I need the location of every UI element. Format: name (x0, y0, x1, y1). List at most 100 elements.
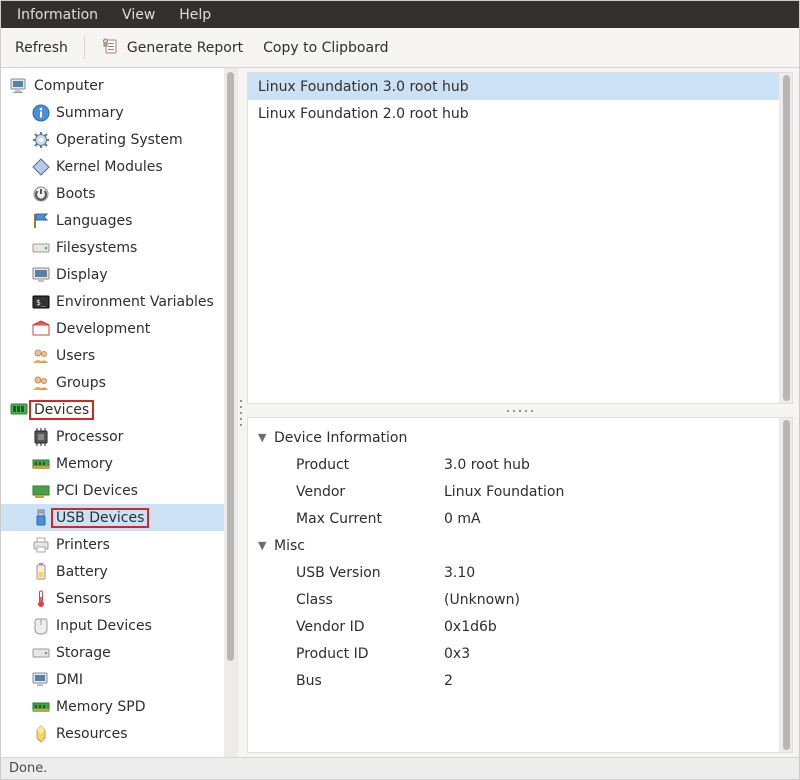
detail-section: ▼MiscUSB Version3.10Class(Unknown)Vendor… (252, 532, 775, 694)
info-icon (31, 103, 51, 123)
property-row[interactable]: Max Current0 mA (252, 505, 775, 532)
property-row[interactable]: USB Version3.10 (252, 559, 775, 586)
tree-label: Display (56, 267, 108, 283)
device-list[interactable]: Linux Foundation 3.0 root hub Linux Found… (248, 73, 779, 403)
tree-scroll[interactable]: Computer Summary Operating System Kernel M… (1, 68, 224, 757)
tree-node-summary[interactable]: Summary (1, 99, 224, 126)
tree-label: Memory (56, 456, 113, 472)
tree-label: Sensors (56, 591, 111, 607)
resources-icon (31, 724, 51, 744)
printer-icon (31, 535, 51, 555)
section-header[interactable]: ▼Misc (252, 532, 775, 559)
property-key: Bus (296, 673, 444, 689)
memory-icon (31, 697, 51, 717)
tree-label: Kernel Modules (56, 159, 163, 175)
tree-node-resources[interactable]: Resources (1, 720, 224, 747)
device-list-scrollbar[interactable] (779, 73, 792, 403)
property-row[interactable]: Product ID0x3 (252, 640, 775, 667)
tree-label: Environment Variables (56, 294, 214, 310)
toolbar-separator (84, 36, 85, 59)
section-header[interactable]: ▼Device Information (252, 424, 775, 451)
tree-node-battery[interactable]: Battery (1, 558, 224, 585)
tree-node-processor[interactable]: Processor (1, 423, 224, 450)
detail-scrollbar[interactable] (779, 418, 792, 752)
menu-view[interactable]: View (112, 4, 165, 26)
vertical-splitter[interactable] (238, 68, 243, 757)
tree-node-development[interactable]: Development (1, 315, 224, 342)
property-key: Product ID (296, 646, 444, 662)
tree-node-groups[interactable]: Groups (1, 369, 224, 396)
tree-label: Summary (56, 105, 124, 121)
tree-node-storage[interactable]: Storage (1, 639, 224, 666)
property-row[interactable]: VendorLinux Foundation (252, 478, 775, 505)
section-title: Misc (274, 538, 305, 554)
tree-node-memory[interactable]: Memory (1, 450, 224, 477)
property-key: Max Current (296, 511, 444, 527)
tree-label: Computer (34, 78, 104, 94)
property-value: 0 mA (444, 511, 481, 527)
cpu-icon (31, 427, 51, 447)
tree-node-languages[interactable]: Languages (1, 207, 224, 234)
property-row[interactable]: Vendor ID0x1d6b (252, 613, 775, 640)
property-key: USB Version (296, 565, 444, 581)
generate-report-button[interactable]: Generate Report (95, 34, 249, 62)
property-value: 2 (444, 673, 453, 689)
tree-node-dmi[interactable]: DMI (1, 666, 224, 693)
property-value: (Unknown) (444, 592, 520, 608)
power-icon (31, 184, 51, 204)
property-key: Product (296, 457, 444, 473)
property-key: Vendor (296, 484, 444, 500)
tree-node-devices[interactable]: Devices ProcessorMemoryPCI DevicesUSB De… (1, 396, 224, 747)
tree-label: Boots (56, 186, 96, 202)
tree-label: USB Devices (56, 510, 149, 526)
device-row[interactable]: Linux Foundation 3.0 root hub (248, 73, 779, 100)
refresh-button[interactable]: Refresh (9, 36, 74, 60)
tree-node-filesystems[interactable]: Filesystems (1, 234, 224, 261)
menubar: Information View Help (1, 1, 799, 28)
tree-node-usb-devices[interactable]: USB Devices (1, 504, 224, 531)
sidebar-scrollbar[interactable] (224, 68, 237, 757)
terminal-icon: $_ (31, 292, 51, 312)
property-key: Class (296, 592, 444, 608)
device-label: Linux Foundation 2.0 root hub (258, 106, 469, 122)
property-value: 3.10 (444, 565, 475, 581)
property-row[interactable]: Bus2 (252, 667, 775, 694)
dev-icon (31, 319, 51, 339)
copy-clipboard-button[interactable]: Copy to Clipboard (257, 36, 394, 60)
usb-icon (31, 508, 51, 528)
tree-label: Filesystems (56, 240, 137, 256)
tree-node-pci-devices[interactable]: PCI Devices (1, 477, 224, 504)
tree-node-sensors[interactable]: Sensors (1, 585, 224, 612)
section-title: Device Information (274, 430, 407, 446)
dmi-icon (31, 670, 51, 690)
tree-node-display[interactable]: Display (1, 261, 224, 288)
tree-label: Input Devices (56, 618, 152, 634)
tree-node-printers[interactable]: Printers (1, 531, 224, 558)
tree-node-computer[interactable]: Computer Summary Operating System Kernel M… (1, 72, 224, 396)
content-area: Computer Summary Operating System Kernel M… (1, 68, 799, 757)
detail-tree[interactable]: ▼Device InformationProduct3.0 root hubVe… (248, 418, 779, 752)
tree-node-operating-system[interactable]: Operating System (1, 126, 224, 153)
menu-information[interactable]: Information (7, 4, 108, 26)
horizontal-splitter[interactable] (247, 406, 793, 415)
property-value: 0x3 (444, 646, 470, 662)
tree-label: DMI (56, 672, 83, 688)
tree-label: Resources (56, 726, 128, 742)
devices-icon (9, 400, 29, 420)
battery-icon (31, 562, 51, 582)
nav-tree: Computer Summary Operating System Kernel M… (1, 68, 224, 751)
gear-icon (31, 130, 51, 150)
device-label: Linux Foundation 3.0 root hub (258, 79, 469, 95)
tree-node-memory-spd[interactable]: Memory SPD (1, 693, 224, 720)
tree-node-boots[interactable]: Boots (1, 180, 224, 207)
tree-node-users[interactable]: Users (1, 342, 224, 369)
menu-help[interactable]: Help (169, 4, 221, 26)
property-row[interactable]: Product3.0 root hub (252, 451, 775, 478)
tree-label: Users (56, 348, 95, 364)
tree-node-kernel-modules[interactable]: Kernel Modules (1, 153, 224, 180)
property-row[interactable]: Class(Unknown) (252, 586, 775, 613)
tree-label: Printers (56, 537, 110, 553)
device-row[interactable]: Linux Foundation 2.0 root hub (248, 100, 779, 127)
tree-node-environment-variables[interactable]: $_ Environment Variables (1, 288, 224, 315)
tree-node-input-devices[interactable]: Input Devices (1, 612, 224, 639)
